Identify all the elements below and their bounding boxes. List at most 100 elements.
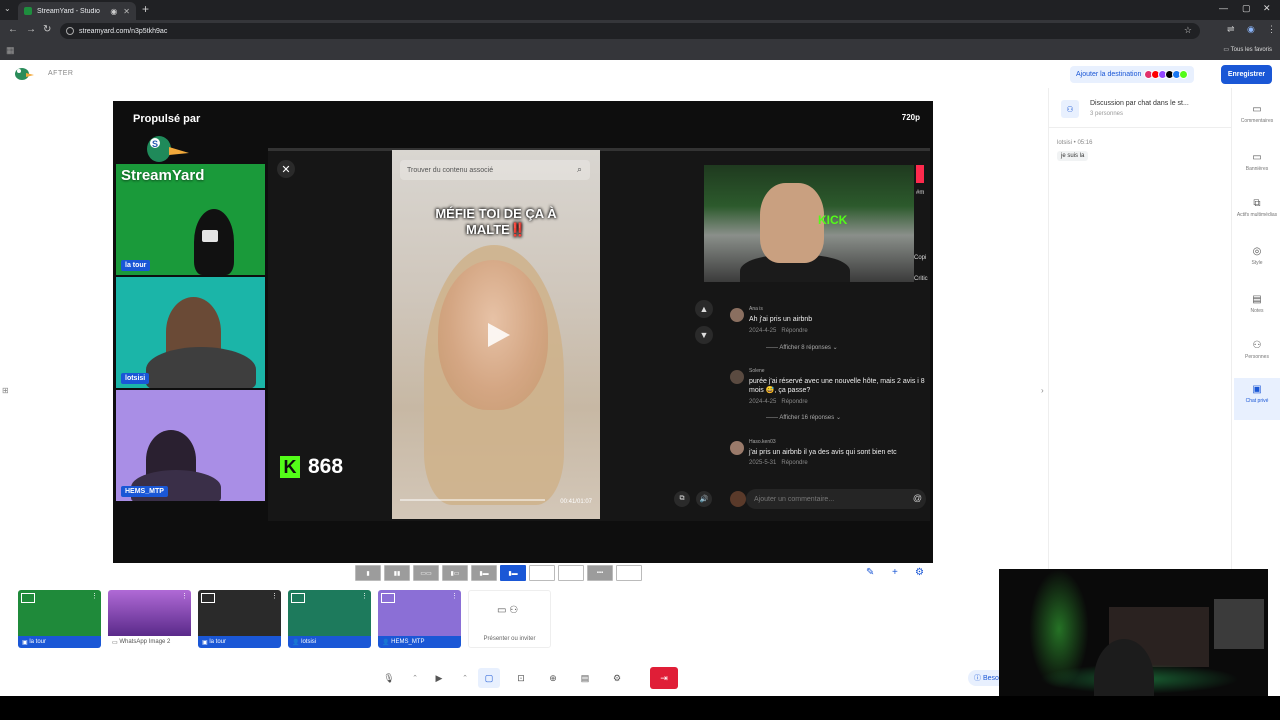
mic-options-chevron-icon[interactable]: ⌃ [410,668,420,688]
source-checkbox[interactable] [201,593,215,603]
tab-notes[interactable]: ▤ Notes [1234,288,1280,330]
pip-icon[interactable]: ⧉ [674,491,690,507]
chevron-up-icon[interactable]: ▲ [695,300,713,318]
browser-tab[interactable]: StreamYard - Studio ◉ ✕ [18,2,136,20]
powered-by-label: Propulsé par [133,113,201,125]
site-info-icon[interactable] [66,27,74,35]
add-comment-field[interactable]: Ajouter un commentaire... @ [746,489,926,509]
tab-search-icon[interactable]: ⌄ [4,4,11,13]
tab-comments[interactable]: ▭ Commentaires [1234,98,1280,140]
streamyard-logo [15,68,34,80]
more-icon[interactable]: ⋮ [181,592,188,600]
apps-icon[interactable]: ▦ [6,45,15,56]
camera-options-chevron-icon[interactable]: ⌃ [460,668,470,688]
tab-media[interactable]: ⧉ Actifs multimédias [1234,192,1280,234]
participant-cam[interactable]: lotsisi [116,277,265,388]
edit-icon[interactable]: ✎ [866,567,874,578]
bookmark-star-icon[interactable]: ☆ [1184,25,1192,36]
add-icon[interactable]: + [892,567,898,578]
minimize-icon[interactable]: — [1219,3,1228,13]
related-content-search[interactable]: Trouver du contenu associé ⌕ [400,160,590,180]
audio-icon[interactable]: ◉ [110,7,117,16]
layout-leader[interactable]: ▮▭ [442,565,468,581]
share-screen-icon: ▭ ⚇ [497,605,519,616]
present-or-invite-card[interactable]: ▭ ⚇ Présenter ou inviter [468,590,551,648]
search-icon[interactable]: ⌕ [577,164,582,175]
media-icon[interactable]: ⊡ [510,668,532,688]
mention-icon[interactable]: @ [913,493,922,503]
source-card[interactable]: ⋮ 👤 HEMS_MTP [378,590,461,648]
chevron-down-icon[interactable]: ▼ [695,326,713,344]
close-window-icon[interactable]: ✕ [1263,3,1271,14]
video-player[interactable]: Trouver du contenu associé ⌕ MÉFIE TOI D… [392,150,600,519]
collapse-right-icon[interactable]: › [1041,386,1044,395]
layout-group[interactable]: ▮▮ [384,565,410,581]
source-card[interactable]: ⋮ ▭ WhatsApp Image 2 [108,590,191,648]
add-comment-placeholder: Ajouter un commentaire... [754,495,835,503]
collapse-left-icon[interactable]: ⊞ [2,386,9,395]
video-progress-bar[interactable] [400,499,545,501]
source-card[interactable]: ⋮ ▣ la tour [198,590,281,648]
layout-sidebar[interactable]: ▮▬ [471,565,497,581]
reply-link[interactable]: Répondre [781,328,807,334]
banner-icon[interactable]: ▤ [574,668,596,688]
source-checkbox[interactable] [21,593,35,603]
show-replies-link[interactable]: —— Afficher 16 réponses ⌄ [766,414,841,421]
more-icon[interactable]: ⋮ [361,592,368,600]
layout-screen-side[interactable]: ▮▬ [500,565,526,581]
add-destination-button[interactable]: Ajouter la destination [1070,66,1195,83]
reply-link[interactable]: Répondre [781,399,807,405]
layout-pip[interactable] [529,565,555,581]
tab-private-chat[interactable]: ▣ Chat privé [1234,378,1280,420]
layout-solo[interactable]: ▮ [355,565,381,581]
play-icon[interactable] [482,320,512,350]
volume-icon[interactable]: 🔊 [696,491,712,507]
new-tab-icon[interactable]: + [142,2,149,16]
more-icon[interactable]: ⋮ [91,592,98,600]
reload-icon[interactable]: ↻ [43,24,51,35]
record-button[interactable]: Enregistrer [1221,65,1272,84]
maximize-icon[interactable]: ▢ [1242,3,1251,14]
source-card[interactable]: ⋮ ▣ la tour [18,590,101,648]
close-tab-icon[interactable]: ✕ [123,7,130,16]
source-label: ▭ WhatsApp Image 2 [108,636,191,648]
participant-cam[interactable]: StreamYard la tour [116,164,265,275]
side-label: #m [916,190,925,196]
layout-blank[interactable] [616,565,642,581]
share-screen-icon[interactable]: ▢ [478,668,500,688]
extension-icon[interactable]: ⇌ [1227,24,1235,35]
source-label: ▣ la tour [198,636,281,648]
menu-icon[interactable]: ⋮ [1267,24,1276,35]
more-icon[interactable]: ⋮ [451,592,458,600]
more-icon[interactable]: ⋮ [271,592,278,600]
tab-style[interactable]: ◎ Style [1234,240,1280,282]
avatar [730,441,744,455]
source-tray: ⋮ ▣ la tour ⋮ ▭ WhatsApp Image 2 ⋮ ▣ la … [18,590,551,648]
show-replies-link[interactable]: —— Afficher 8 réponses ⌄ [766,344,838,351]
back-icon[interactable]: ← [8,24,18,35]
close-icon[interactable]: ✕ [277,160,295,178]
source-checkbox[interactable] [291,593,305,603]
camera-icon[interactable]: ▶ [428,668,450,688]
invite-icon[interactable]: ⊕ [542,668,564,688]
settings-icon[interactable]: ⚙ [915,567,924,578]
layout-fullscreen[interactable] [558,565,584,581]
mic-icon[interactable]: 🎙 [378,668,400,688]
tab-label: Style [1251,260,1263,266]
layout-cinema[interactable]: ▪▪▪ [587,565,613,581]
leave-studio-button[interactable]: ⇥ [650,667,678,689]
profile-icon[interactable]: ◉ [1247,24,1255,35]
avatar [730,370,744,384]
url-field[interactable]: streamyard.com/n3p5tkh9ac ☆ [60,23,1200,39]
all-bookmarks-folder[interactable]: ▭ Tous les favoris [1223,46,1272,53]
tab-people[interactable]: ⚇ Personnes [1234,334,1280,376]
forward-icon[interactable]: → [26,24,36,35]
source-card[interactable]: ⋮ 👤 lotsisi [288,590,371,648]
reply-link[interactable]: Répondre [781,460,807,466]
participant-cam[interactable]: HEMS_MTP [116,390,265,501]
source-checkbox[interactable] [381,593,395,603]
settings-icon[interactable]: ⚙ [606,668,628,688]
tab-banners[interactable]: ▭ Bannières [1234,146,1280,188]
participant-silhouette [194,209,234,275]
layout-group-wide[interactable]: ▭▭ [413,565,439,581]
